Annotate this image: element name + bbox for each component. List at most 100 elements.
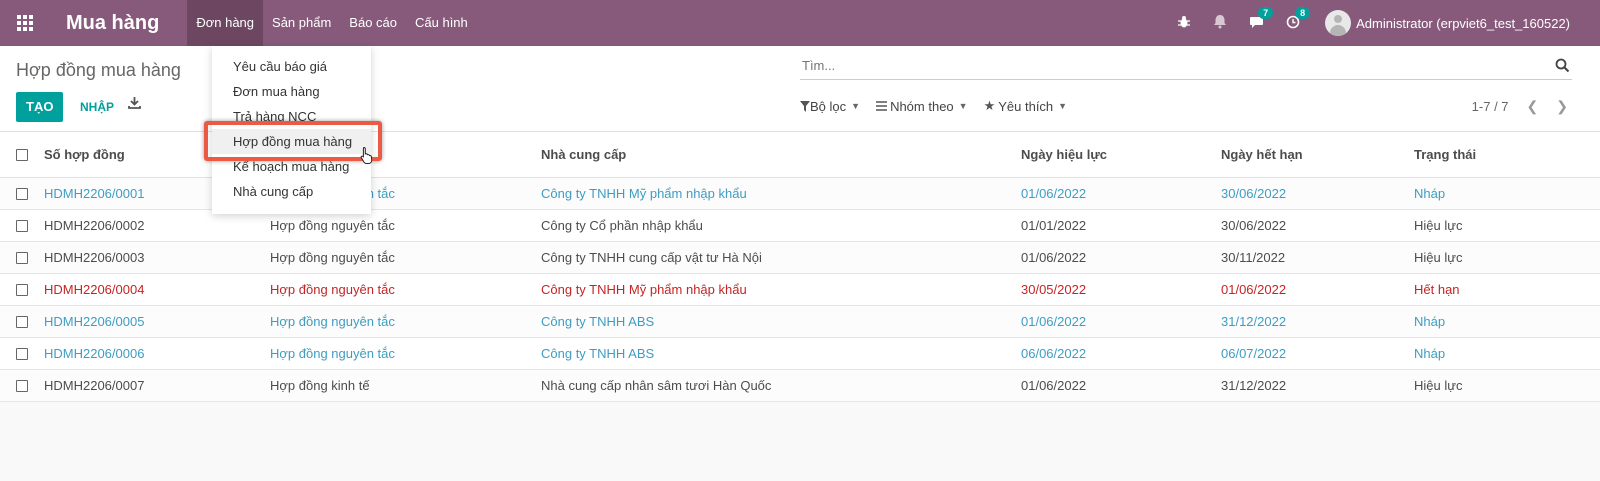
bug-icon[interactable] bbox=[1177, 15, 1191, 32]
page-title: Hợp đồng mua hàng bbox=[16, 60, 181, 80]
search-icon[interactable] bbox=[1555, 58, 1570, 76]
end-date-cell: 30/11/2022 bbox=[1221, 250, 1286, 265]
state-cell: Hiệu lực bbox=[1414, 250, 1463, 265]
search-input[interactable] bbox=[802, 58, 1502, 73]
row-checkbox[interactable] bbox=[16, 187, 28, 200]
download-icon[interactable] bbox=[128, 96, 141, 112]
contract-type-cell: Hợp đồng kinh tế bbox=[270, 378, 370, 393]
menu-cau-hinh[interactable]: Cấu hình bbox=[406, 0, 477, 46]
create-button[interactable]: TẠO bbox=[16, 92, 64, 122]
import-button[interactable]: NHẬP bbox=[74, 92, 120, 122]
start-date-cell: 01/06/2022 bbox=[1021, 250, 1087, 265]
start-date-cell: 30/05/2022 bbox=[1021, 282, 1087, 297]
row-checkbox[interactable] bbox=[16, 283, 28, 296]
row-checkbox[interactable] bbox=[16, 315, 28, 328]
state-cell: Hết hạn bbox=[1414, 282, 1460, 297]
bell-icon[interactable] bbox=[1213, 14, 1227, 32]
vendor-cell: Công ty TNHH ABS bbox=[541, 346, 655, 361]
menu-bao-cao[interactable]: Báo cáo bbox=[340, 0, 406, 46]
chevron-left-icon[interactable]: ❮ bbox=[1527, 98, 1539, 115]
list-icon bbox=[876, 101, 888, 111]
contract-type-cell: Hợp đồng nguyên tắc bbox=[270, 218, 395, 233]
table-row[interactable]: HDMH2206/0007 Hợp đồng kinh tế Nhà cung cấ… bbox=[0, 370, 1600, 402]
table-row[interactable]: HDMH2206/0005 Hợp đồng nguyên tắc Công ty … bbox=[0, 306, 1600, 338]
chevron-right-icon[interactable]: ❯ bbox=[1556, 98, 1568, 115]
navbar-systray: 7 8 Administrator (erpviet6_test_160522) bbox=[1166, 0, 1600, 46]
contract-type-cell: Hợp đồng nguyên tắc bbox=[270, 346, 395, 361]
menu-don-hang[interactable]: Đơn hàng bbox=[187, 0, 264, 46]
vendor-cell: Nhà cung cấp nhân sâm tươi Hàn Quốc bbox=[541, 378, 772, 393]
contract-type-cell: Hợp đồng nguyên tắc bbox=[270, 282, 395, 297]
column-header-vendor[interactable]: Nhà cung cấp bbox=[541, 147, 1021, 162]
end-date-cell: 30/06/2022 bbox=[1221, 186, 1287, 201]
state-cell: Hiệu lực bbox=[1414, 218, 1463, 233]
column-header-end-date[interactable]: Ngày hết hạn bbox=[1221, 147, 1414, 162]
row-checkbox[interactable] bbox=[16, 219, 28, 232]
caret-down-icon: ▼ bbox=[851, 101, 861, 111]
filter-label: Bộ lọc bbox=[810, 98, 847, 114]
menu-san-pham[interactable]: Sản phẩm bbox=[263, 0, 340, 46]
apps-menu-button[interactable] bbox=[0, 0, 50, 46]
caret-down-icon: ▼ bbox=[958, 101, 968, 111]
table-row[interactable]: HDMH2206/0002 Hợp đồng nguyên tắc Công ty … bbox=[0, 210, 1600, 242]
favorites-dropdown[interactable]: ★ Yêu thích ▼ bbox=[984, 98, 1068, 114]
state-cell: Nháp bbox=[1414, 346, 1446, 361]
favorites-label: Yêu thích bbox=[998, 98, 1054, 114]
start-date-cell: 01/06/2022 bbox=[1021, 186, 1087, 201]
highlight-annotation bbox=[204, 121, 382, 161]
pager-value[interactable]: 1-7 / 7 bbox=[1472, 99, 1509, 114]
table-row[interactable]: HDMH2206/0004 Hợp đồng nguyên tắc Công ty … bbox=[0, 274, 1600, 306]
top-navbar: Mua hàng Đơn hàng Sản phẩm Báo cáo Cấu h… bbox=[0, 0, 1600, 46]
group-by-dropdown[interactable]: Nhóm theo ▼ bbox=[876, 98, 968, 114]
star-icon: ★ bbox=[983, 98, 996, 113]
activity-clock-icon[interactable]: 8 bbox=[1286, 6, 1311, 32]
vendor-cell: Công ty TNHH Mỹ phẩm nhập khẩu bbox=[541, 186, 747, 201]
row-checkbox[interactable] bbox=[16, 347, 28, 360]
end-date-cell: 06/07/2022 bbox=[1221, 346, 1287, 361]
column-header-start-date[interactable]: Ngày hiệu lực bbox=[1021, 147, 1221, 162]
row-checkbox[interactable] bbox=[16, 251, 28, 264]
contract-type-cell: Hợp đồng nguyên tắc bbox=[270, 314, 395, 329]
messages-count-badge: 7 bbox=[1258, 6, 1274, 19]
state-cell: Nháp bbox=[1414, 314, 1446, 329]
dropdown-item-rfq[interactable]: Yêu cầu báo giá bbox=[212, 54, 371, 79]
end-date-cell: 31/12/2022 bbox=[1221, 378, 1287, 393]
hand-cursor-icon bbox=[360, 146, 374, 167]
vendor-cell: Công ty TNHH cung cấp vật tư Hà Nội bbox=[541, 250, 762, 265]
filter-dropdown[interactable]: Bộ lọc ▼ bbox=[800, 98, 860, 114]
start-date-cell: 01/01/2022 bbox=[1021, 218, 1087, 233]
contract-number-cell: HDMH2206/0003 bbox=[44, 250, 145, 265]
start-date-cell: 06/06/2022 bbox=[1021, 346, 1087, 361]
vendor-cell: Công ty TNHH Mỹ phẩm nhập khẩu bbox=[541, 282, 747, 297]
vendor-cell: Công ty TNHH ABS bbox=[541, 314, 655, 329]
vendor-cell: Công ty Cổ phần nhập khẩu bbox=[541, 218, 703, 233]
user-name: Administrator (erpviet6_test_160522) bbox=[1356, 15, 1570, 31]
search-options: Bộ lọc ▼ Nhóm theo ▼ ★ Yêu thích ▼ bbox=[800, 98, 1083, 114]
contract-number-cell: HDMH2206/0006 bbox=[44, 346, 145, 361]
caret-down-icon: ▼ bbox=[1058, 101, 1068, 111]
end-date-cell: 01/06/2022 bbox=[1221, 282, 1287, 297]
search-bar bbox=[800, 54, 1572, 80]
dropdown-item-vendors[interactable]: Nhà cung cấp bbox=[212, 179, 371, 204]
contract-number-cell: HDMH2206/0007 bbox=[44, 378, 145, 393]
activities-count-badge: 8 bbox=[1295, 6, 1311, 19]
contract-number-cell: HDMH2206/0002 bbox=[44, 218, 145, 233]
table-row[interactable]: HDMH2206/0003 Hợp đồng nguyên tắc Công ty … bbox=[0, 242, 1600, 274]
messages-icon[interactable]: 7 bbox=[1249, 6, 1274, 32]
filter-icon bbox=[800, 100, 810, 112]
select-all-checkbox[interactable] bbox=[16, 148, 28, 161]
contract-number-cell: HDMH2206/0004 bbox=[44, 282, 145, 297]
pager: 1-7 / 7 ❮ ❯ bbox=[1472, 98, 1568, 115]
group-by-label: Nhóm theo bbox=[890, 98, 954, 114]
start-date-cell: 01/06/2022 bbox=[1021, 378, 1087, 393]
dropdown-item-purchase-order[interactable]: Đơn mua hàng bbox=[212, 79, 371, 104]
state-cell: Hiệu lực bbox=[1414, 378, 1463, 393]
row-checkbox[interactable] bbox=[16, 379, 28, 392]
start-date-cell: 01/06/2022 bbox=[1021, 314, 1087, 329]
user-menu[interactable]: Administrator (erpviet6_test_160522) bbox=[1325, 10, 1570, 36]
column-header-state[interactable]: Trạng thái bbox=[1414, 147, 1600, 162]
table-row[interactable]: HDMH2206/0006 Hợp đồng nguyên tắc Công ty … bbox=[0, 338, 1600, 370]
app-title[interactable]: Mua hàng bbox=[66, 12, 159, 35]
contract-type-cell: Hợp đồng nguyên tắc bbox=[270, 250, 395, 265]
apps-grid-icon bbox=[17, 15, 33, 31]
